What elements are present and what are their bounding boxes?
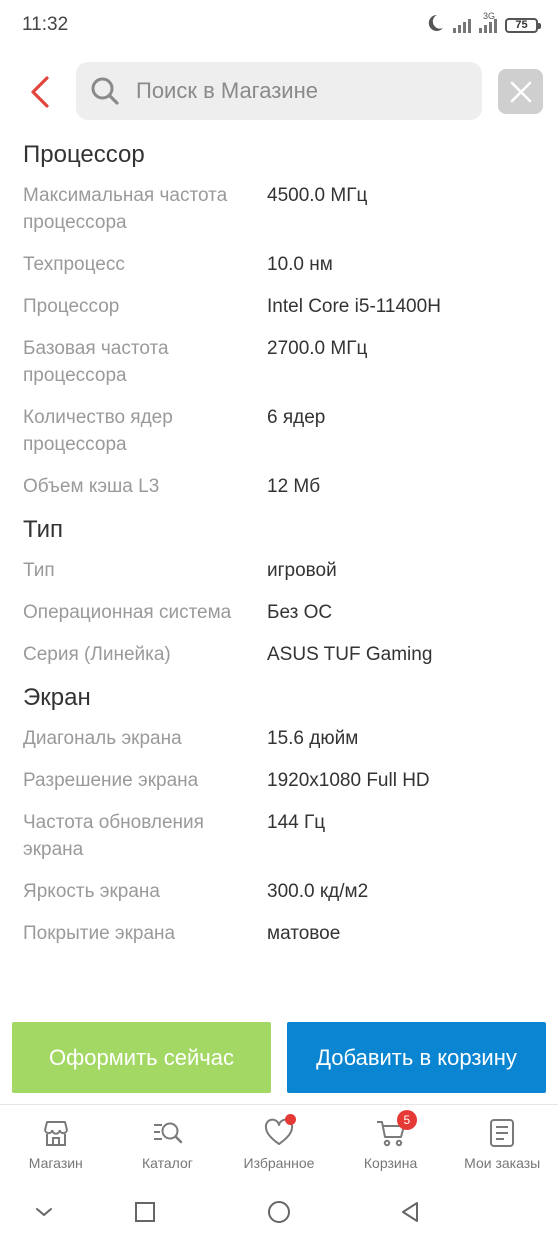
- spec-label: Яркость экрана: [23, 881, 160, 902]
- top-bar: [0, 60, 558, 122]
- spec-row: Базовая частота процессора 2700.0 МГц: [0, 335, 558, 389]
- spec-value: 144 Гц: [267, 812, 326, 833]
- spec-value: 300.0 кд/м2: [267, 881, 369, 902]
- spec-row: Покрытие экрана матовое: [0, 920, 558, 947]
- circle-icon: [268, 1201, 290, 1223]
- spec-row: Тип игровой: [0, 557, 558, 584]
- spec-value: 15.6 дюйм: [267, 728, 359, 749]
- specifications-list[interactable]: Процессор Максимальная частота процессор…: [0, 140, 558, 1012]
- spec-value: ASUS TUF Gaming: [267, 644, 433, 665]
- spec-row: Операционная система Без ОС: [0, 599, 558, 626]
- section-title: Процессор: [23, 141, 145, 168]
- nav-label: Магазин: [28, 1155, 83, 1171]
- spec-value: игровой: [267, 560, 337, 581]
- spec-value: 12 Мб: [267, 476, 321, 497]
- spec-label: Максимальная частота процессора: [23, 185, 228, 233]
- nav-label: Мои заказы: [464, 1155, 541, 1171]
- buy-now-button[interactable]: Оформить сейчас: [12, 1022, 271, 1093]
- cart-count-badge: 5: [396, 1110, 417, 1130]
- status-bar: 11:32 3G 75: [0, 0, 558, 52]
- spec-label: Тип: [23, 560, 55, 581]
- spec-label: Базовая частота процессора: [23, 338, 169, 386]
- spec-label: Покрытие экрана: [23, 923, 176, 944]
- spec-row: Разрешение экрана 1920x1080 Full HD: [0, 767, 558, 794]
- spec-row: Максимальная частота процессора 4500.0 М…: [0, 182, 558, 236]
- spec-label: Техпроцесс: [23, 254, 125, 275]
- clear-search-button[interactable]: [498, 69, 543, 114]
- section-title: Экран: [23, 684, 91, 711]
- spec-label: Диагональ экрана: [23, 728, 182, 749]
- spec-label: Объем кэша L3: [23, 476, 160, 497]
- spec-label: Частота обновления экрана: [23, 812, 204, 860]
- spec-value: Intel Core i5-11400H: [267, 296, 441, 317]
- spec-row: Техпроцесс 10.0 нм: [0, 251, 558, 278]
- spec-row: Количество ядер процессора 6 ядер: [0, 404, 558, 458]
- spec-label: Процессор: [23, 296, 120, 317]
- nav-label: Каталог: [141, 1155, 193, 1171]
- spec-label: Операционная система: [23, 602, 232, 623]
- spec-value: 2700.0 МГц: [267, 338, 368, 359]
- spec-section-type: Тип Тип игровой Операционная система Без…: [0, 515, 558, 668]
- nav-item-cart[interactable]: 5 Корзина: [335, 1105, 447, 1182]
- search-icon: [91, 77, 119, 105]
- spec-section-screen: Экран Диагональ экрана 15.6 дюйм Разреше…: [0, 683, 558, 947]
- spec-value: матовое: [267, 923, 341, 944]
- spec-row: Объем кэша L3 12 Мб: [0, 473, 558, 500]
- close-icon: [510, 81, 531, 102]
- spec-row: Частота обновления экрана 144 Гц: [0, 809, 558, 863]
- spec-value: 10.0 нм: [267, 254, 333, 275]
- signal-3g-icon: 3G: [479, 11, 497, 33]
- moon-icon: [425, 13, 445, 38]
- network-type: 3G: [483, 11, 496, 21]
- nav-item-catalog[interactable]: Каталог: [112, 1105, 224, 1182]
- system-back-button[interactable]: [396, 1198, 424, 1226]
- spec-row: Серия (Линейка) ASUS TUF Gaming: [0, 641, 558, 668]
- spec-value: 6 ядер: [267, 407, 326, 428]
- spec-row: Процессор Intel Core i5-11400H: [0, 293, 558, 320]
- square-icon: [135, 1202, 155, 1222]
- spec-value: 4500.0 МГц: [267, 185, 368, 206]
- spec-section-processor: Процессор Максимальная частота процессор…: [0, 140, 558, 500]
- nav-label: Корзина: [363, 1155, 418, 1171]
- catalog-search-icon: [154, 1122, 183, 1144]
- action-buttons: Оформить сейчас Добавить в корзину: [0, 1022, 558, 1094]
- status-time: 11:32: [22, 14, 69, 35]
- spec-row: Яркость экрана 300.0 кд/м2: [0, 878, 558, 905]
- add-to-cart-button[interactable]: Добавить в корзину: [287, 1022, 546, 1093]
- system-nav-bar: [0, 1184, 558, 1240]
- spec-value: Без ОС: [267, 602, 333, 623]
- spec-value: 1920x1080 Full HD: [267, 770, 430, 791]
- recent-apps-button[interactable]: [131, 1198, 159, 1226]
- home-button[interactable]: [265, 1198, 293, 1226]
- triangle-back-icon: [402, 1202, 418, 1222]
- spec-label: Разрешение экрана: [23, 770, 199, 791]
- orders-list-icon: [490, 1119, 515, 1147]
- nav-item-orders[interactable]: Мои заказы: [446, 1105, 558, 1182]
- nav-item-shop[interactable]: Магазин: [0, 1105, 112, 1182]
- search-bar[interactable]: [76, 62, 482, 120]
- nav-item-favorites[interactable]: Избранное: [223, 1105, 335, 1182]
- back-button[interactable]: [22, 72, 58, 112]
- search-input[interactable]: [136, 78, 466, 104]
- spec-row: Диагональ экрана 15.6 дюйм: [0, 725, 558, 752]
- status-icons: 3G 75: [425, 11, 541, 38]
- hide-keyboard-button[interactable]: [30, 1198, 58, 1226]
- bottom-nav: Магазин Каталог Избранное 5 Корзина Мои …: [0, 1104, 558, 1182]
- store-icon: [43, 1121, 68, 1146]
- chevron-down-icon: [36, 1208, 52, 1216]
- nav-label: Избранное: [243, 1155, 315, 1171]
- battery-indicator: 75: [505, 17, 541, 33]
- chevron-left-icon: [31, 76, 49, 108]
- signal-icon: [453, 17, 471, 33]
- spec-label: Количество ядер процессора: [23, 407, 173, 455]
- section-title: Тип: [23, 516, 64, 543]
- spec-label: Серия (Линейка): [23, 644, 171, 665]
